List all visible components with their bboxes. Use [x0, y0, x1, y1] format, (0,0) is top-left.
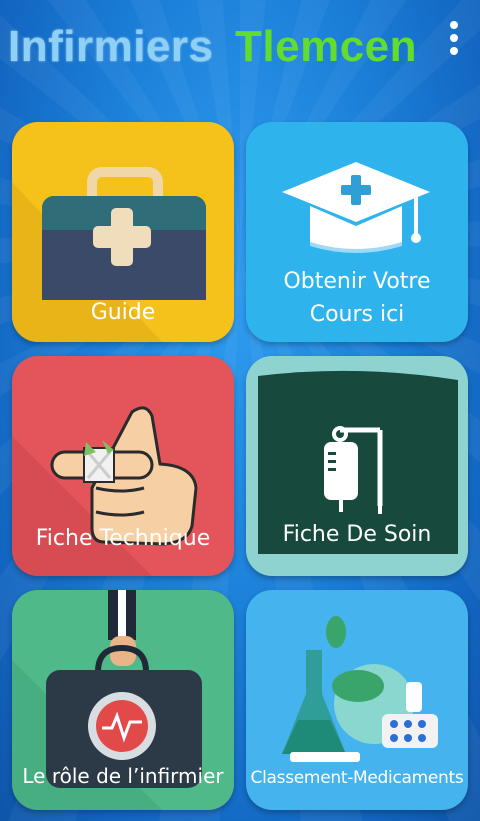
app-header: Infirmiers Tlemcen [0, 0, 480, 100]
tile-guide[interactable]: Guide [12, 122, 234, 342]
tile-fiche-de-soin-label: Fiche De Soin [282, 522, 432, 547]
tile-fiche-de-soin[interactable]: Fiche De Soin [246, 356, 468, 576]
app-title-part1: Infirmiers [8, 22, 214, 71]
tile-role-infirmier-label: Le rôle de l’infirmier [22, 764, 224, 788]
tile-cours[interactable]: Obtenir Votre Cours ici [246, 122, 468, 342]
tile-classement-medicaments[interactable]: Classement-Medicaments [246, 590, 468, 810]
app-title-part2: Tlemcen [235, 22, 418, 71]
tile-fiche-technique-label: Fiche Technique [35, 526, 211, 551]
tile-fiche-technique[interactable]: Fiche Technique [12, 356, 234, 576]
more-options-icon[interactable] [444, 20, 464, 56]
tile-role-infirmier[interactable]: Le rôle de l’infirmier [12, 590, 234, 810]
tile-guide-label: Guide [90, 300, 156, 325]
tile-cours-label-line1: Obtenir Votre [283, 269, 431, 294]
tile-classement-medicaments-label: Classement-Medicaments [250, 768, 464, 788]
tile-cours-label-line2: Cours ici [309, 302, 405, 327]
